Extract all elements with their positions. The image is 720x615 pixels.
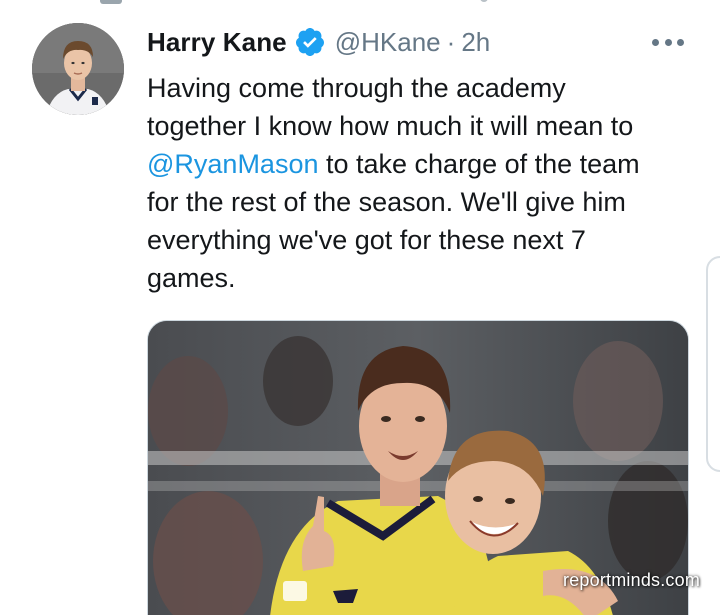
author-avatar[interactable]: [32, 23, 124, 115]
header-separator: ·: [446, 26, 456, 57]
more-dot: [664, 38, 672, 46]
media-watermark: reportminds.com: [563, 570, 701, 590]
author-handle[interactable]: @HKane: [335, 27, 441, 58]
tweet-text: Having come through the academy together…: [147, 69, 687, 297]
tweet-text-line: games.: [147, 263, 236, 293]
tweet-header: Harry Kane @HKane · 2h: [147, 24, 490, 60]
tweet-screen: Harry Kane @HKane · 2h Having come throu…: [0, 0, 720, 615]
tweet-text-line: together I know how much it will mean to: [147, 111, 634, 141]
tweet-text-line: Having come through the academy: [147, 73, 566, 103]
tweet-text-line: @RyanMason to take charge of the team: [147, 145, 687, 183]
mention-link[interactable]: @RyanMason: [147, 149, 318, 179]
more-dot: [652, 38, 659, 46]
previous-tweet-action-icon: [100, 0, 122, 4]
previous-tweet-action-icon: [480, 0, 488, 2]
more-dot: [677, 38, 684, 46]
tweet-text-line: for the rest of the season. We'll give h…: [147, 187, 626, 217]
tweet-timestamp[interactable]: 2h: [461, 27, 490, 58]
verified-badge-icon: [294, 26, 326, 58]
adjacent-card-edge: [706, 256, 720, 472]
tweet-text-fragment: to take charge of the team: [318, 149, 640, 179]
tweet-text-line: everything we've got for these next 7: [147, 225, 586, 255]
more-options-icon[interactable]: [652, 34, 684, 50]
author-display-name[interactable]: Harry Kane: [147, 27, 287, 58]
